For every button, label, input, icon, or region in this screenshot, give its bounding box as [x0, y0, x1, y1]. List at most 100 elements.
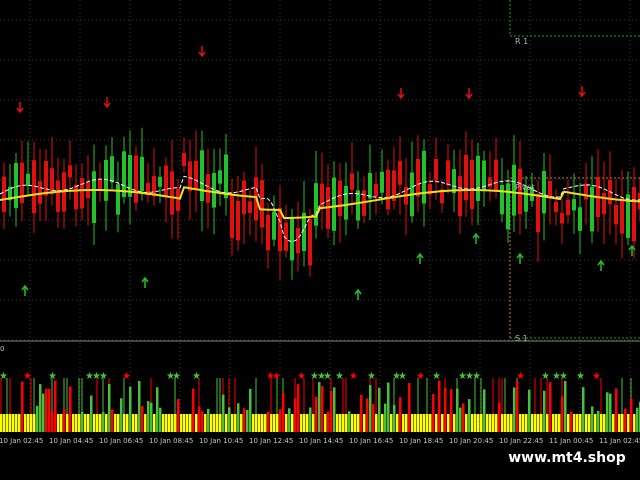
histogram-bar [120, 398, 123, 432]
candle-body [14, 162, 18, 209]
histogram-bar [390, 414, 393, 432]
histogram-bar [216, 414, 219, 432]
candle-body [110, 156, 114, 183]
histogram-bar [303, 414, 306, 432]
signal-star-icon: ★ [432, 371, 441, 382]
candle-body [542, 170, 546, 214]
histogram-bar [366, 398, 369, 432]
histogram-bar [435, 414, 438, 432]
histogram-bar [24, 414, 27, 432]
histogram-bar [318, 382, 321, 432]
histogram-bar [213, 414, 216, 432]
histogram-bar [339, 414, 342, 432]
histogram-bar [237, 403, 240, 432]
histogram-bar [147, 401, 150, 432]
histogram-bar [144, 414, 147, 432]
candle-body [446, 160, 450, 186]
candle-body [290, 217, 294, 261]
candle-body [194, 160, 198, 190]
histogram-bar [492, 414, 495, 432]
candle-body [140, 156, 144, 191]
histogram-bar [72, 414, 75, 432]
signal-star-icon: ★ [48, 371, 57, 382]
histogram-bar [552, 414, 555, 432]
sell-arrow-icon [397, 88, 405, 100]
histogram-bar [336, 414, 339, 432]
histogram-bar [486, 414, 489, 432]
signal-star-icon: ★ [576, 371, 585, 382]
histogram-bar [540, 414, 543, 432]
buy-arrow-icon [516, 252, 524, 264]
histogram-bar [210, 414, 213, 432]
histogram-bar [306, 414, 309, 432]
histogram-bar [570, 411, 573, 432]
histogram-bar [579, 414, 582, 432]
histogram-bar [183, 414, 186, 432]
histogram-bar [525, 414, 528, 432]
time-label: 10 Jan 14:45 [299, 437, 343, 445]
histogram-bar [108, 384, 111, 432]
histogram-bar [129, 386, 132, 432]
histogram-bar [471, 414, 474, 432]
histogram-bar [312, 414, 315, 432]
signal-star-icon: ★ [297, 371, 306, 382]
candle-body [2, 176, 6, 212]
signal-star-icon: ★ [541, 371, 550, 382]
sell-arrow-icon [16, 102, 24, 114]
candle-body [98, 179, 102, 191]
histogram-bar [504, 414, 507, 432]
histogram-bar [294, 398, 297, 432]
histogram-bar [564, 381, 567, 432]
histogram-bar [537, 414, 540, 432]
histogram-bar [126, 414, 129, 432]
candle-body [590, 186, 594, 232]
candle-body [434, 158, 438, 181]
time-label: 11 Jan 02:45 [599, 437, 640, 445]
histogram-bar [351, 414, 354, 432]
histogram-bar [246, 410, 249, 432]
histogram-bar [39, 384, 42, 432]
histogram-bar [198, 406, 201, 432]
candle-body [182, 152, 186, 167]
histogram-bar [159, 407, 162, 432]
signal-star-icon: ★ [0, 371, 8, 382]
sell-arrow-icon [578, 86, 586, 98]
histogram-bar [384, 403, 387, 432]
candle-body [356, 190, 360, 221]
candle-body [620, 198, 624, 234]
candle-body [506, 183, 510, 230]
candle-body [104, 159, 108, 201]
histogram-bar [321, 386, 324, 432]
histogram-bar [228, 407, 231, 432]
histogram-bar [186, 414, 189, 432]
candle-body [494, 159, 498, 192]
histogram-bar [573, 414, 576, 432]
histogram-bar [447, 414, 450, 432]
price-chart[interactable]: ★ ★ ★ ★★★ ★ ★★ ★ ★★ ★ ★★★ ★ ★ ★ ★★ ★ ★ ★★★ ★ ★ ★★ ★ ★ 10 Jan … [0, 0, 640, 480]
mt4-chart-window[interactable]: ★ ★ ★ ★ ★ ★ ★ ★ ★ ★ ★ ★ ★ ★ ★ ★ ★ ★ ★ ★ ★ ★ ★ ★ ★ ★ ★ ★ ★ ★ ★ ★ 10 Jan … [0, 0, 640, 480]
time-label: 11 Jan 00:45 [549, 437, 593, 445]
sell-arrow-icon [198, 46, 206, 58]
buy-arrow-icon [354, 288, 362, 300]
histogram-bar [81, 411, 84, 432]
candle-body [632, 186, 636, 242]
histogram-bar [345, 414, 348, 432]
histogram-bar [423, 414, 426, 432]
histogram-bar [90, 395, 93, 432]
candle-body [134, 155, 138, 203]
histogram-bar [531, 414, 534, 432]
histogram-bar [567, 414, 570, 432]
signal-star-icon: ★ [416, 371, 425, 382]
time-label: 10 Jan 20:45 [449, 437, 493, 445]
histogram-bar [462, 403, 465, 432]
histogram-bar [93, 414, 96, 432]
histogram-bar [168, 414, 171, 432]
histogram-bar [588, 414, 591, 432]
histogram-bar [408, 382, 411, 432]
histogram-bar [441, 414, 444, 432]
candle-body [116, 184, 120, 215]
candle-body [566, 199, 570, 216]
candle-body [350, 173, 354, 190]
histogram-bar [324, 414, 327, 432]
r1-label: R 1 [515, 37, 528, 46]
